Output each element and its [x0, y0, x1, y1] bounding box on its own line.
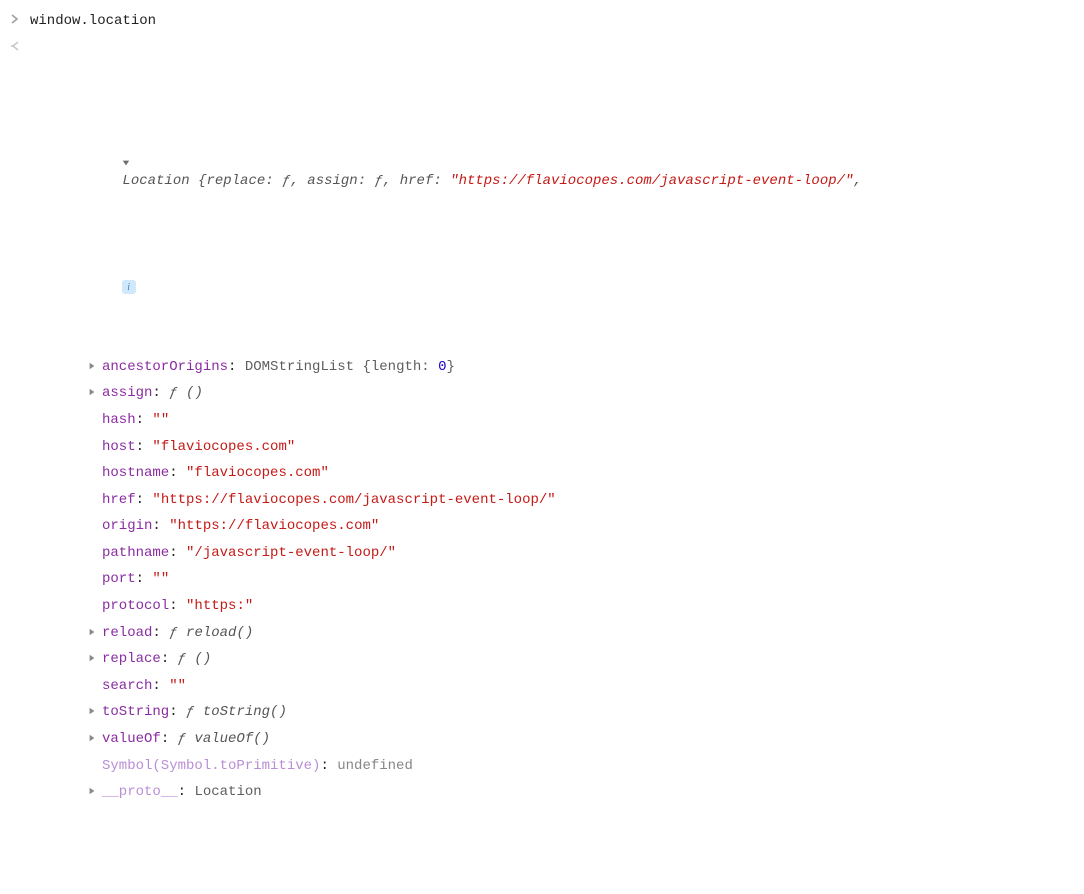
property-key: valueOf: [102, 731, 161, 747]
object-summary[interactable]: Location {replace: ƒ, assign: ƒ, href: "…: [50, 114, 1074, 220]
property-entry: Symbol(Symbol.toPrimitive): undefined: [102, 753, 413, 780]
property-row[interactable]: valueOf: ƒ valueOf(): [88, 726, 1074, 753]
property-value: "https://flaviocopes.com/javascript-even…: [152, 492, 555, 508]
property-entry: hostname: "flaviocopes.com": [102, 460, 329, 487]
property-entry: ancestorOrigins: DOMStringList {length: …: [102, 354, 455, 381]
expand-caret-icon[interactable]: [55, 124, 130, 204]
prompt-icon: [10, 8, 30, 33]
property-value: "/javascript-event-loop/": [186, 545, 396, 561]
property-value: ƒ reload(): [169, 625, 253, 641]
property-row[interactable]: ancestorOrigins: DOMStringList {length: …: [88, 354, 1074, 381]
property-value: "flaviocopes.com": [186, 465, 329, 481]
property-key: replace: [102, 651, 161, 667]
property-value: ƒ (): [178, 651, 212, 667]
property-entry: replace: ƒ (): [102, 646, 211, 673]
property-value: "https:": [186, 598, 253, 614]
expand-triangle-icon[interactable]: [88, 654, 102, 662]
property-value: "": [152, 412, 169, 428]
object-properties: ancestorOrigins: DOMStringList {length: …: [50, 354, 1074, 806]
property-row: hash: "": [88, 407, 1074, 434]
property-key: search: [102, 678, 152, 694]
property-entry: href: "https://flaviocopes.com/javascrip…: [102, 487, 556, 514]
property-key: protocol: [102, 598, 169, 614]
expand-triangle-icon[interactable]: [88, 707, 102, 715]
property-key: Symbol(Symbol.toPrimitive): [102, 758, 320, 774]
property-key: origin: [102, 518, 152, 534]
response-icon: [10, 35, 30, 60]
property-entry: host: "flaviocopes.com": [102, 434, 295, 461]
property-row[interactable]: replace: ƒ (): [88, 646, 1074, 673]
property-key: ancestorOrigins: [102, 359, 228, 375]
property-row: Symbol(Symbol.toPrimitive): undefined: [88, 753, 1074, 780]
property-value: ƒ (): [169, 385, 203, 401]
property-entry: origin: "https://flaviocopes.com": [102, 513, 379, 540]
property-entry: search: "": [102, 673, 186, 700]
console-response: Location {replace: ƒ, assign: ƒ, href: "…: [30, 35, 1074, 886]
property-key: hash: [102, 412, 136, 428]
console-input[interactable]: window.location: [30, 8, 1074, 35]
property-row[interactable]: __proto__: Location: [88, 779, 1074, 806]
info-icon[interactable]: i: [122, 280, 136, 294]
property-value: "https://flaviocopes.com": [169, 518, 379, 534]
property-value: ƒ valueOf(): [178, 731, 270, 747]
expand-triangle-icon[interactable]: [88, 734, 102, 742]
property-entry: protocol: "https:": [102, 593, 253, 620]
property-key: reload: [102, 625, 152, 641]
property-entry: hash: "": [102, 407, 169, 434]
property-value: ƒ toString(): [186, 704, 287, 720]
property-key: pathname: [102, 545, 169, 561]
property-key: assign: [102, 385, 152, 401]
property-row[interactable]: reload: ƒ reload(): [88, 620, 1074, 647]
property-row: origin: "https://flaviocopes.com": [88, 513, 1074, 540]
property-entry: toString: ƒ toString(): [102, 699, 287, 726]
property-value: undefined: [337, 758, 413, 774]
constructor-name: Location: [122, 173, 189, 189]
expand-triangle-icon[interactable]: [88, 787, 102, 795]
property-row: href: "https://flaviocopes.com/javascrip…: [88, 487, 1074, 514]
property-entry: pathname: "/javascript-event-loop/": [102, 540, 396, 567]
property-row: pathname: "/javascript-event-loop/": [88, 540, 1074, 567]
expand-triangle-icon[interactable]: [88, 388, 102, 396]
property-entry: reload: ƒ reload(): [102, 620, 253, 647]
property-row: host: "flaviocopes.com": [88, 434, 1074, 461]
property-entry: __proto__: Location: [102, 779, 262, 806]
property-row: search: "": [88, 673, 1074, 700]
property-key: href: [102, 492, 136, 508]
property-entry: port: "": [102, 566, 169, 593]
property-value: "": [169, 678, 186, 694]
property-value: "": [152, 571, 169, 587]
property-entry: valueOf: ƒ valueOf(): [102, 726, 270, 753]
property-key: port: [102, 571, 136, 587]
property-key: host: [102, 439, 136, 455]
input-row: window.location: [10, 8, 1074, 35]
expand-triangle-icon[interactable]: [88, 362, 102, 370]
property-key: toString: [102, 704, 169, 720]
property-row: hostname: "flaviocopes.com": [88, 460, 1074, 487]
property-row: protocol: "https:": [88, 593, 1074, 620]
property-row[interactable]: toString: ƒ toString(): [88, 699, 1074, 726]
property-key: __proto__: [102, 784, 178, 800]
property-entry: assign: ƒ (): [102, 380, 203, 407]
property-value: DOMStringList {length:: [245, 359, 438, 375]
property-value: "flaviocopes.com": [152, 439, 295, 455]
property-value: Location: [194, 784, 261, 800]
response-row: Location {replace: ƒ, assign: ƒ, href: "…: [10, 35, 1074, 886]
property-key: hostname: [102, 465, 169, 481]
property-row: port: "": [88, 566, 1074, 593]
property-row[interactable]: assign: ƒ (): [88, 380, 1074, 407]
expand-triangle-icon[interactable]: [88, 628, 102, 636]
